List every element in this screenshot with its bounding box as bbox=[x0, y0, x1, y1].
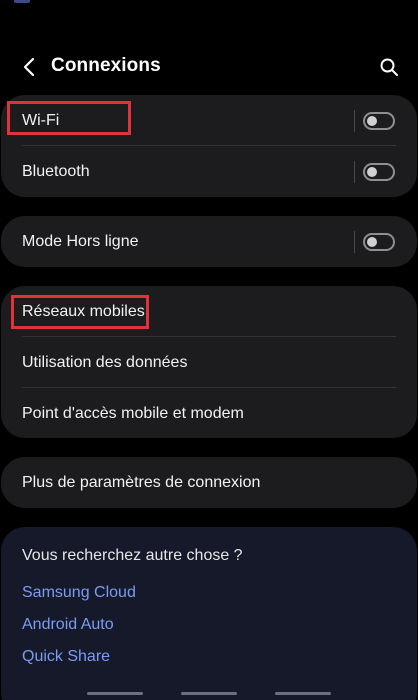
chevron-left-icon bbox=[23, 57, 35, 77]
samsung-cloud-link[interactable]: Samsung Cloud bbox=[22, 584, 136, 602]
airplane-mode-label: Mode Hors ligne bbox=[22, 232, 139, 250]
mobile-networks-row[interactable]: Réseaux mobiles bbox=[1, 286, 417, 337]
connections-card-wifi-bluetooth: Wi-Fi Bluetooth bbox=[1, 95, 417, 197]
app-bar: Connexions bbox=[0, 48, 418, 86]
row-separator bbox=[354, 230, 355, 253]
hotspot-label: Point d'accès mobile et modem bbox=[22, 404, 244, 422]
nav-bar-indicator bbox=[181, 692, 237, 695]
more-connection-settings-row[interactable]: Plus de paramètres de connexion bbox=[1, 457, 417, 508]
connections-card-mobile: Réseaux mobiles Utilisation des données … bbox=[1, 286, 417, 438]
android-auto-link[interactable]: Android Auto bbox=[22, 616, 114, 634]
mobile-networks-label: Réseaux mobiles bbox=[22, 302, 145, 320]
back-button[interactable] bbox=[14, 52, 44, 82]
data-usage-label: Utilisation des données bbox=[22, 353, 188, 371]
connections-card-airplane: Mode Hors ligne bbox=[1, 216, 417, 267]
search-icon bbox=[380, 58, 398, 76]
wifi-label: Wi-Fi bbox=[22, 111, 60, 129]
search-button[interactable] bbox=[374, 52, 404, 82]
toggle-knob bbox=[367, 166, 377, 177]
bluetooth-toggle[interactable] bbox=[363, 162, 395, 181]
connections-card-more: Plus de paramètres de connexion bbox=[1, 457, 417, 508]
data-usage-row[interactable]: Utilisation des données bbox=[1, 337, 417, 388]
row-separator bbox=[354, 109, 355, 132]
screen: Connexions Wi-Fi Bluetooth Mode Hors lig… bbox=[0, 0, 418, 700]
airplane-mode-toggle[interactable] bbox=[363, 232, 395, 251]
status-indicator bbox=[14, 0, 30, 3]
wifi-toggle[interactable] bbox=[363, 111, 395, 130]
toggle-knob bbox=[367, 115, 377, 126]
airplane-mode-row[interactable]: Mode Hors ligne bbox=[1, 216, 417, 267]
nav-bar-indicator bbox=[87, 692, 143, 695]
bluetooth-row[interactable]: Bluetooth bbox=[1, 146, 417, 197]
nav-bar-indicator bbox=[275, 692, 331, 695]
hotspot-row[interactable]: Point d'accès mobile et modem bbox=[1, 388, 417, 438]
page-title: Connexions bbox=[51, 55, 161, 76]
quick-share-link[interactable]: Quick Share bbox=[22, 648, 110, 666]
toggle-knob bbox=[367, 236, 377, 247]
suggestions-card: Vous recherchez autre chose ? Samsung Cl… bbox=[1, 527, 417, 700]
more-connection-settings-label: Plus de paramètres de connexion bbox=[22, 473, 261, 491]
suggestions-title: Vous recherchez autre chose ? bbox=[22, 547, 243, 564]
bluetooth-label: Bluetooth bbox=[22, 162, 90, 180]
row-separator bbox=[354, 160, 355, 183]
wifi-row[interactable]: Wi-Fi bbox=[1, 95, 417, 146]
